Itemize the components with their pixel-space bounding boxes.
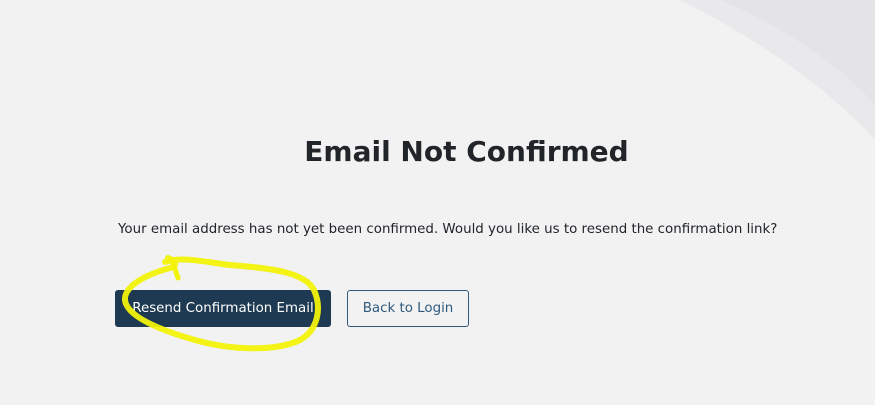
email-not-confirmed-panel: Email Not Confirmed Your email address h…: [0, 0, 875, 405]
resend-confirmation-button[interactable]: Resend Confirmation Email: [115, 290, 331, 327]
page-title: Email Not Confirmed: [304, 135, 629, 168]
confirmation-message: Your email address has not yet been conf…: [118, 222, 778, 237]
back-to-login-button[interactable]: Back to Login: [347, 290, 469, 327]
